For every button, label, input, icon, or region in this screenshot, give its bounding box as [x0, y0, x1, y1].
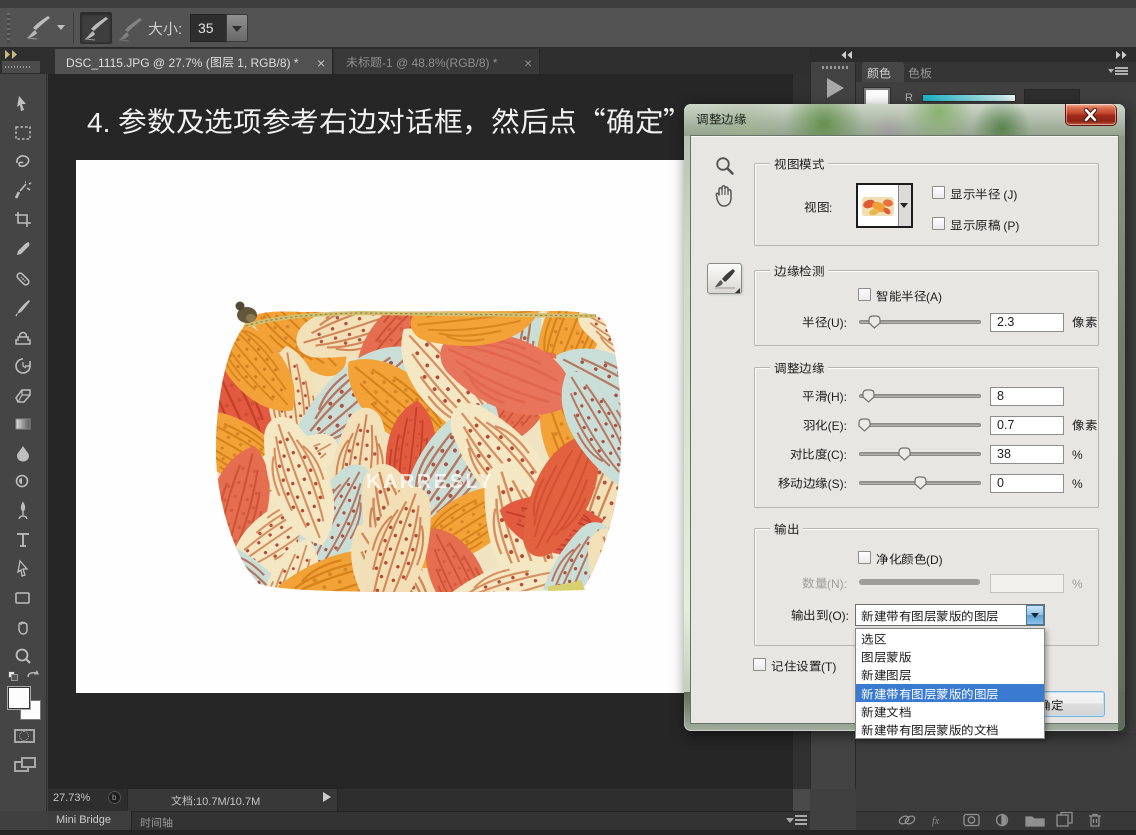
svg-text:fx: fx [932, 816, 940, 827]
svg-text:KARRESLY: KARRESLY [366, 471, 494, 493]
